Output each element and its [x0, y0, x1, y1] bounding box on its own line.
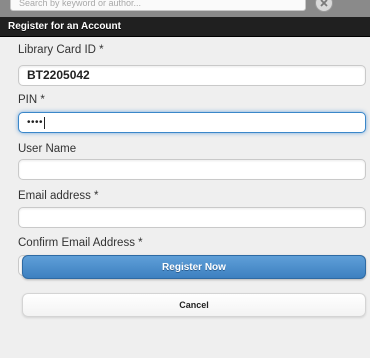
library-card-label: Library Card ID * [18, 44, 104, 56]
username-label: User Name [18, 143, 77, 155]
text-caret [44, 116, 46, 129]
search-input[interactable]: Search by keyword or author... [10, 0, 306, 11]
dialog-title: Register for an Account [8, 21, 121, 32]
email-field[interactable] [18, 207, 366, 228]
email-label: Email address * [18, 190, 99, 202]
pin-field[interactable]: •••• [18, 112, 366, 133]
cancel-button[interactable]: Cancel [22, 293, 366, 317]
register-button[interactable]: Register Now [22, 255, 366, 279]
pin-value: •••• [27, 117, 44, 128]
username-field[interactable] [18, 159, 366, 180]
confirm-email-label: Confirm Email Address * [18, 237, 143, 249]
search-bar: Search by keyword or author... [0, 0, 370, 17]
close-circle-icon[interactable] [315, 0, 333, 12]
library-card-field[interactable]: BT2205042 [18, 65, 366, 86]
pin-label: PIN * [18, 94, 45, 106]
dialog-header: Register for an Account [0, 17, 370, 37]
